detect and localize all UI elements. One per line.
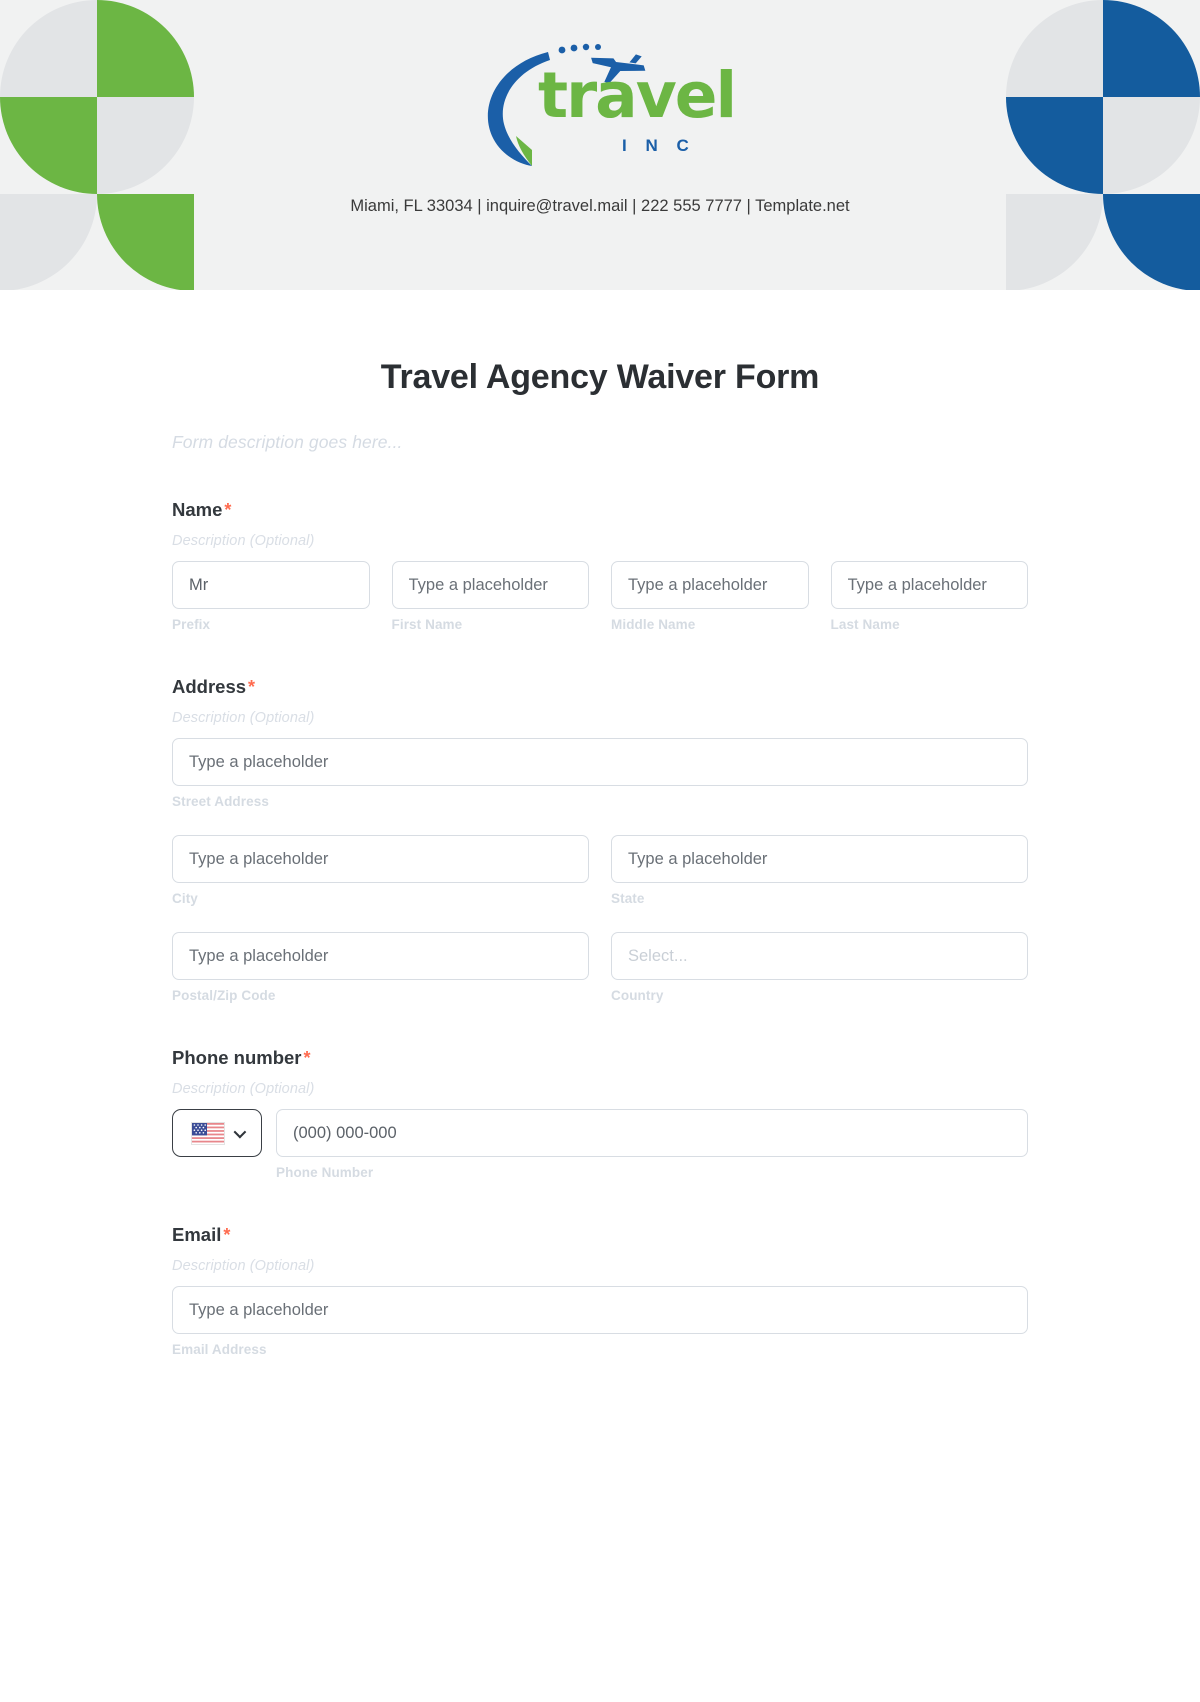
address-city-state-row: City State — [172, 835, 1028, 906]
chevron-down-icon — [233, 1125, 247, 1138]
field-label-email: Email * — [172, 1224, 1028, 1246]
required-marker: * — [223, 1225, 231, 1245]
phone-field: Phone Number — [276, 1109, 1028, 1180]
field-description-email: Description (Optional) — [172, 1258, 315, 1274]
form-description: Form description goes here... — [172, 432, 403, 452]
city-input[interactable] — [172, 835, 589, 883]
sublabel-email-address: Email Address — [172, 1342, 267, 1357]
name-field-first: First Name — [391, 561, 589, 632]
email-row: Email Address — [172, 1286, 1028, 1357]
sublabel-middle-name: Middle Name — [611, 617, 696, 632]
sublabel-country: Country — [611, 988, 664, 1003]
sublabel-state: State — [611, 891, 645, 906]
sublabel-prefix: Prefix — [172, 617, 211, 632]
required-marker: * — [303, 1048, 311, 1068]
prefix-input[interactable] — [172, 561, 370, 609]
address-field-city: City — [172, 835, 589, 906]
field-description-phone: Description (Optional) — [172, 1081, 315, 1097]
address-street-row: Street Address — [172, 738, 1028, 809]
field-label-text: Address — [172, 676, 247, 697]
sublabel-city: City — [172, 891, 198, 906]
field-group-address: Address* Description (Optional) Street A… — [172, 676, 1028, 1003]
us-flag-icon — [191, 1121, 225, 1145]
name-field-last: Last Name — [830, 561, 1028, 632]
logo-wordmark: travel — [538, 59, 737, 132]
phone-number-input[interactable] — [276, 1109, 1028, 1157]
sublabel-last-name: Last Name — [830, 617, 900, 632]
state-input[interactable] — [611, 835, 1028, 883]
field-description-address: Description (Optional) — [172, 710, 315, 726]
address-zip-country-row: Postal/Zip Code Country — [172, 932, 1028, 1003]
name-field-middle: Middle Name — [611, 561, 809, 632]
field-label-text: Email — [172, 1224, 222, 1245]
sublabel-first-name: First Name — [391, 617, 463, 632]
logo-subtext: I N C — [622, 136, 696, 155]
address-field-state: State — [611, 835, 1028, 906]
field-group-phone: Phone number * Description (Optional) (0… — [172, 1047, 1028, 1180]
required-marker: * — [248, 677, 256, 697]
street-address-input[interactable] — [172, 738, 1028, 786]
page-title: Travel Agency Waiver Form — [380, 358, 820, 396]
sublabel-street-address: Street Address — [172, 794, 269, 809]
postal-zip-input[interactable] — [172, 932, 589, 980]
first-name-input[interactable] — [391, 561, 589, 609]
country-select[interactable] — [611, 932, 1028, 980]
last-name-input[interactable] — [830, 561, 1028, 609]
middle-name-input[interactable] — [611, 561, 809, 609]
country-code-select[interactable] — [172, 1109, 262, 1157]
field-label-text: Name — [172, 499, 223, 520]
field-group-email: Email* Description (Optional) Email Addr… — [172, 1224, 1028, 1357]
field-label-name: Name * — [172, 499, 1028, 521]
field-description-name: Description (Optional) — [172, 533, 315, 549]
brand-logo: travel I N C — [0, 38, 1200, 178]
field-label-text: Phone number — [172, 1047, 302, 1068]
sublabel-phone-number: Phone Number — [276, 1165, 374, 1180]
required-marker: * — [224, 500, 232, 520]
phone-row: Phone Number — [172, 1109, 1028, 1180]
email-input[interactable] — [172, 1286, 1028, 1334]
sublabel-postal-zip: Postal/Zip Code — [172, 988, 276, 1003]
field-label-phone: Phone number * — [172, 1047, 1028, 1069]
name-fields-row: Prefix First Name Middle Name Last Name — [172, 561, 1028, 632]
name-field-prefix: Prefix — [172, 561, 370, 632]
header-banner: travel I N C Miami, FL 33034 | inquire@t… — [0, 0, 1200, 290]
address-field-country: Country — [611, 932, 1028, 1003]
field-label-address: Address * — [172, 676, 1028, 698]
form-body: Travel Agency Waiver Form Form descripti… — [0, 290, 1200, 1357]
field-group-name: Name* Description (Optional) Prefix Firs… — [172, 499, 1028, 632]
contact-line: Miami, FL 33034 | inquire@travel.mail | … — [350, 197, 850, 215]
address-field-zip: Postal/Zip Code — [172, 932, 589, 1003]
